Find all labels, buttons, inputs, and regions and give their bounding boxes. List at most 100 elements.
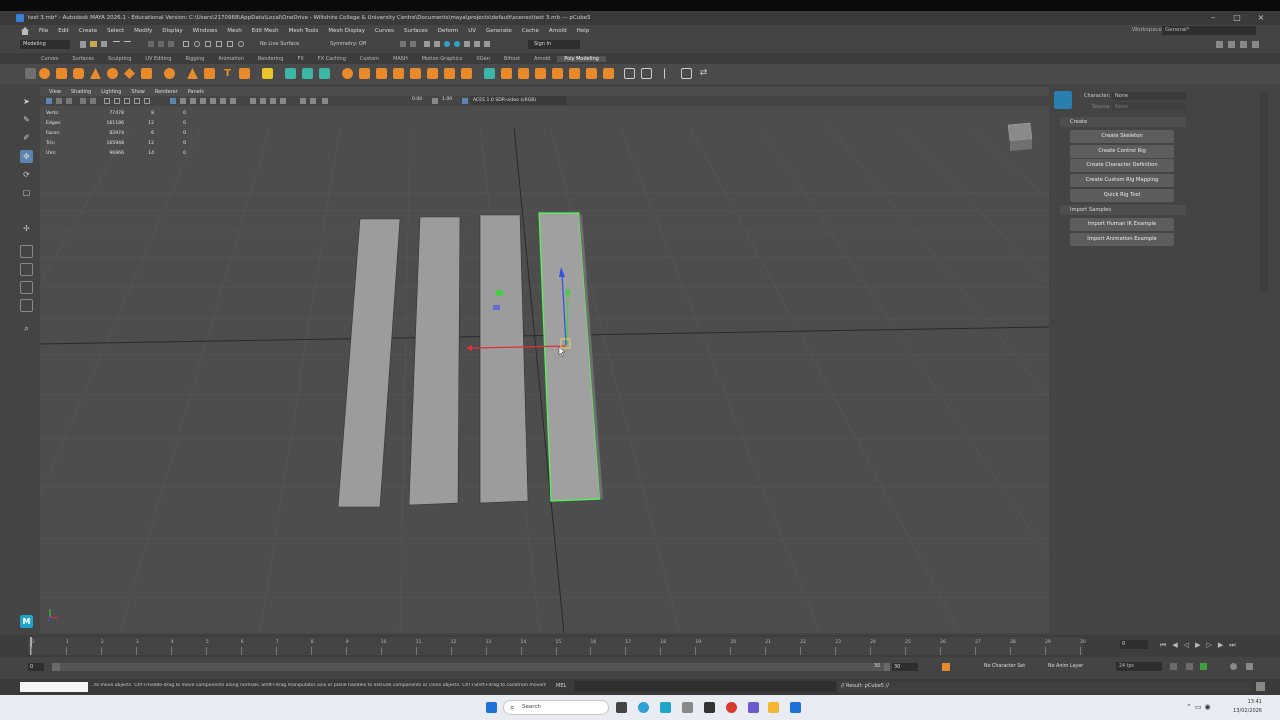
separate-icon[interactable] (302, 68, 313, 79)
target-weld-icon[interactable] (461, 68, 472, 79)
screen-space-ao-icon[interactable] (250, 98, 256, 104)
quad-draw-icon[interactable] (535, 68, 546, 79)
smooth-shade-icon[interactable] (180, 98, 186, 104)
snap-curve-icon[interactable] (194, 41, 200, 47)
mesh-plank-3[interactable] (479, 214, 529, 504)
anim-layer-label[interactable]: No Anim Layer (1048, 664, 1083, 669)
textured-icon[interactable] (210, 98, 216, 104)
slide-edge-icon[interactable] (552, 68, 563, 79)
close-icon[interactable]: × (1250, 11, 1272, 25)
import-human-ik-example-button[interactable]: Import Human IK Example (1070, 218, 1174, 231)
menu-generate[interactable]: Generate (481, 28, 517, 34)
mirror-icon[interactable] (518, 68, 529, 79)
menu-uv[interactable]: UV (463, 28, 481, 34)
poly-torus-icon[interactable] (107, 68, 118, 79)
menu-cache[interactable]: Cache (517, 28, 544, 34)
gamma-value[interactable]: 1.00 (442, 97, 452, 102)
single-perspective-layout-icon[interactable] (20, 245, 33, 258)
shelf-tab-motion-graphics[interactable]: Motion Graphics (415, 56, 470, 62)
last-tool-icon[interactable]: ✢ (20, 222, 33, 235)
shelf-tab-bifrost[interactable]: Bifrost (497, 56, 527, 62)
transfer-icon[interactable]: ⇄ (698, 68, 709, 79)
shelf-tab-mash[interactable]: MASH (386, 56, 415, 62)
render-view-icon[interactable] (464, 41, 470, 47)
snipping-tool-icon[interactable] (682, 702, 693, 713)
xray-joints-icon[interactable] (310, 98, 316, 104)
undo-icon[interactable] (113, 41, 120, 48)
menu-display[interactable]: Display (157, 28, 187, 34)
xray-icon[interactable] (200, 98, 206, 104)
extrude-icon[interactable] (376, 68, 387, 79)
shelf-tab-curves[interactable]: Curves (34, 56, 65, 62)
tool-settings-icon[interactable] (1252, 41, 1259, 48)
anti-aliasing-icon[interactable] (270, 98, 276, 104)
lasso-tool-icon[interactable]: ✎ (20, 113, 33, 126)
start-icon[interactable] (486, 702, 497, 713)
fill-hole-icon[interactable] (410, 68, 421, 79)
viewport-menu-show[interactable]: Show (126, 89, 150, 95)
shelf-tab-fx-caching[interactable]: FX Caching (311, 56, 353, 62)
viewport-menu-view[interactable]: View (44, 89, 66, 95)
bevel-icon[interactable] (393, 68, 404, 79)
create-custom-rig-mapping-button[interactable]: Create Custom Rig Mapping (1070, 174, 1174, 187)
shelf-settings-icon[interactable] (25, 68, 36, 79)
menu-arnold[interactable]: Arnold (544, 28, 572, 34)
mesh-plank-1[interactable] (337, 218, 401, 508)
shelf-tab-arnold[interactable]: Arnold (527, 56, 557, 62)
viewport-menu-panels[interactable]: Panels (183, 89, 209, 95)
shelf-tab-rigging[interactable]: Rigging (178, 56, 211, 62)
menu-mesh-display[interactable]: Mesh Display (323, 28, 370, 34)
modeling-toolkit-icon[interactable] (1216, 41, 1223, 48)
mel-language-button[interactable]: MEL (556, 683, 566, 689)
ipr-render-icon[interactable] (434, 41, 440, 47)
poly-disc-icon[interactable] (141, 68, 152, 79)
teams-icon[interactable] (748, 702, 759, 713)
time-slider[interactable]: 0 ⏮◀◁▶▷▶⏭ (0, 635, 1280, 657)
auto-key-icon[interactable] (942, 663, 950, 671)
menu-set-dropdown[interactable]: Modeling (20, 40, 70, 49)
script-editor-button[interactable] (20, 682, 88, 692)
character-dropdown[interactable]: None (1112, 92, 1186, 100)
fps-dropdown[interactable]: 24 fps (1116, 662, 1162, 671)
snap-projected-center-icon[interactable] (216, 41, 222, 47)
grid-toggle-icon[interactable] (104, 98, 110, 104)
start-time-field[interactable]: 0 (28, 663, 44, 671)
arnold-render-icon[interactable] (474, 41, 480, 47)
uv-editor-icon[interactable] (641, 68, 652, 79)
store-icon[interactable] (790, 702, 801, 713)
combine-icon[interactable] (285, 68, 296, 79)
exposure-value[interactable]: 0.00 (412, 97, 422, 102)
character-set-label[interactable]: No Character Set (984, 664, 1025, 669)
create-skeleton-button[interactable]: Create Skeleton (1070, 130, 1174, 143)
task-view-icon[interactable] (616, 702, 627, 713)
platonic-solid-icon[interactable] (164, 68, 175, 79)
symmetry-label[interactable]: Symmetry: Off (330, 41, 366, 47)
pause-render-icon[interactable] (484, 41, 490, 47)
sculpt-icon[interactable] (569, 68, 580, 79)
system-tray-icons[interactable]: ⌃▭◉ (1186, 703, 1226, 712)
command-input[interactable] (574, 681, 836, 692)
camera-select-icon[interactable] (46, 98, 52, 104)
wireframe-on-shaded-icon[interactable] (190, 98, 196, 104)
snap-view-plane-icon[interactable] (227, 41, 233, 47)
select-component-icon[interactable] (168, 41, 174, 47)
loop-icon[interactable] (1170, 663, 1177, 670)
insert-edge-loop-icon[interactable] (427, 68, 438, 79)
live-surface-label[interactable]: No Live Surface (260, 41, 299, 47)
chrome-icon[interactable] (726, 702, 737, 713)
use-all-lights-icon[interactable] (220, 98, 226, 104)
minimize-icon[interactable]: – (1202, 11, 1224, 25)
multi-cut-icon[interactable] (444, 68, 455, 79)
poly-cylinder-icon[interactable] (73, 68, 84, 79)
menu-mesh[interactable]: Mesh (222, 28, 246, 34)
rotate-tool-icon[interactable]: ⟳ (20, 168, 33, 181)
viewport-menu-renderer[interactable]: Renderer (150, 89, 183, 95)
shelf-tab-sculpting[interactable]: Sculpting (101, 56, 138, 62)
two-d-pan-zoom-icon[interactable] (90, 98, 96, 104)
attribute-editor-icon[interactable] (1240, 41, 1247, 48)
ruler-icon[interactable] (664, 68, 675, 79)
range-start-handle[interactable] (52, 663, 60, 671)
poly-pipe-icon[interactable] (204, 68, 215, 79)
gate-mask-icon[interactable] (134, 98, 140, 104)
shelf-tab-uv-editing[interactable]: UV Editing (138, 56, 178, 62)
